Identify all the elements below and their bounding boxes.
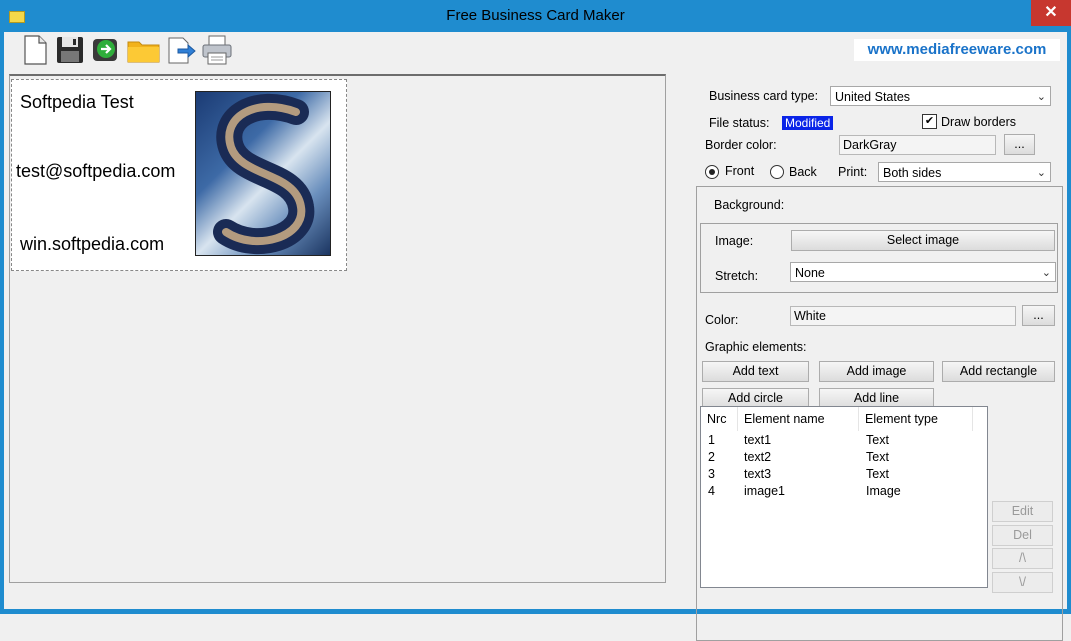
- back-radio[interactable]: [770, 165, 784, 179]
- new-document-icon: [24, 35, 47, 65]
- main-client-area: www.mediafreeware.com Softpedia Test tes…: [4, 32, 1067, 641]
- elements-list[interactable]: Nrc Element name Element type 1 text1 Te…: [700, 406, 988, 588]
- business-card-preview[interactable]: Softpedia Test test@softpedia.com win.so…: [11, 79, 347, 271]
- open-folder-button[interactable]: [127, 34, 160, 66]
- row-type: Image: [866, 484, 901, 498]
- add-text-button[interactable]: Add text: [702, 361, 809, 382]
- app-window: Free Business Card Maker ✕ www.mediafree…: [0, 0, 1071, 641]
- border-color-label: Border color:: [705, 138, 777, 152]
- column-header-nrc[interactable]: Nrc: [701, 407, 738, 431]
- print-label: Print:: [838, 165, 868, 179]
- stretch-value: None: [795, 266, 825, 280]
- chevron-down-icon: ⌄: [1036, 91, 1046, 103]
- move-up-button[interactable]: /\: [992, 548, 1053, 569]
- graphic-elements-title: Graphic elements:: [705, 340, 807, 354]
- close-button[interactable]: ✕: [1031, 0, 1071, 26]
- edit-button[interactable]: Edit: [992, 501, 1053, 522]
- background-color-browse-button[interactable]: ...: [1022, 305, 1055, 326]
- row-name: text3: [744, 467, 772, 481]
- delete-button[interactable]: Del: [992, 525, 1053, 546]
- stretch-select[interactable]: None ⌄: [790, 262, 1056, 282]
- row-nrc: 1: [708, 433, 715, 447]
- row-name: image1: [744, 484, 785, 498]
- table-row[interactable]: 2 text2 Text: [701, 450, 987, 467]
- row-type: Text: [866, 467, 889, 481]
- border-color-browse-button[interactable]: ...: [1004, 134, 1035, 155]
- toolbar: www.mediafreeware.com: [4, 32, 1067, 70]
- column-header-element-type[interactable]: Element type: [859, 407, 973, 431]
- send-button[interactable]: [166, 34, 196, 66]
- border-color-field[interactable]: DarkGray: [839, 135, 996, 155]
- image-label: Image:: [715, 234, 754, 248]
- card-type-value: United States: [835, 90, 911, 104]
- row-nrc: 3: [708, 467, 715, 481]
- card-text-email[interactable]: test@softpedia.com: [16, 161, 175, 182]
- export-icon: [93, 39, 117, 61]
- card-canvas-area[interactable]: Softpedia Test test@softpedia.com win.so…: [9, 74, 666, 583]
- chevron-down-icon: ⌄: [1041, 267, 1051, 279]
- move-down-button[interactable]: \/: [992, 572, 1053, 593]
- table-row[interactable]: 4 image1 Image: [701, 484, 987, 501]
- file-status-label: File status:: [709, 116, 770, 130]
- draw-borders-checkbox[interactable]: ✔: [922, 114, 937, 129]
- add-image-button[interactable]: Add image: [819, 361, 934, 382]
- row-nrc: 2: [708, 450, 715, 464]
- checkmark-icon: ✔: [924, 115, 935, 127]
- title-bar: Free Business Card Maker ✕: [0, 0, 1071, 32]
- front-label: Front: [725, 164, 755, 178]
- table-row[interactable]: 1 text1 Text: [701, 433, 987, 450]
- draw-borders-label: Draw borders: [941, 115, 1017, 129]
- status-badge: Modified: [782, 116, 834, 130]
- row-type: Text: [866, 450, 889, 464]
- background-title: Background:: [714, 198, 785, 212]
- row-name: text2: [744, 450, 772, 464]
- print-icon: [202, 35, 232, 65]
- window-title: Free Business Card Maker: [446, 7, 625, 24]
- open-folder-icon: [127, 41, 160, 63]
- background-color-field[interactable]: White: [790, 306, 1016, 326]
- export-button[interactable]: [91, 34, 121, 66]
- card-type-label: Business card type:: [709, 89, 819, 103]
- card-text-website[interactable]: win.softpedia.com: [20, 234, 164, 255]
- stretch-label: Stretch:: [715, 269, 759, 283]
- print-value: Both sides: [883, 166, 942, 180]
- save-icon: [57, 37, 83, 63]
- table-row[interactable]: 3 text3 Text: [701, 467, 987, 484]
- row-name: text1: [744, 433, 772, 447]
- row-type: Text: [866, 433, 889, 447]
- column-header-element-name[interactable]: Element name: [738, 407, 859, 431]
- card-text-name[interactable]: Softpedia Test: [20, 92, 134, 113]
- settings-panel: Business card type: United States ⌄ File…: [694, 74, 1066, 641]
- add-rectangle-button[interactable]: Add rectangle: [942, 361, 1055, 382]
- new-document-button[interactable]: [20, 34, 50, 66]
- print-button[interactable]: [201, 34, 232, 66]
- back-label: Back: [789, 165, 817, 179]
- select-image-button[interactable]: Select image: [791, 230, 1055, 251]
- row-nrc: 4: [708, 484, 715, 498]
- card-image[interactable]: [195, 91, 331, 256]
- color-label: Color:: [705, 313, 739, 327]
- front-radio[interactable]: [705, 165, 719, 179]
- softpedia-s-logo-image: [213, 94, 315, 254]
- card-type-select[interactable]: United States ⌄: [830, 86, 1051, 106]
- save-button[interactable]: [55, 34, 85, 66]
- print-select[interactable]: Both sides ⌄: [878, 162, 1051, 182]
- send-icon: [168, 37, 196, 64]
- chevron-down-icon: ⌄: [1036, 167, 1046, 179]
- website-link[interactable]: www.mediafreeware.com: [854, 39, 1060, 61]
